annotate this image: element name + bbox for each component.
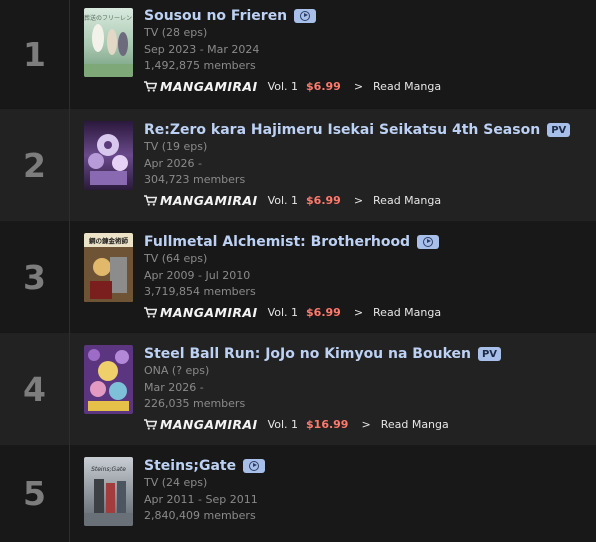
cover-image[interactable] xyxy=(84,121,133,190)
air-dates: Apr 2011 - Sep 2011 xyxy=(144,492,258,506)
mangamirai-logo: MANGAMIRAI xyxy=(160,416,258,432)
manga-volume: Vol. 1 xyxy=(267,305,299,319)
svg-text:Steins;Gate: Steins;Gate xyxy=(91,466,126,473)
cover-image[interactable] xyxy=(84,345,133,414)
entry-info: Sousou no Frieren TV (28 eps) Sep 2023 -… xyxy=(144,7,441,96)
cart-icon xyxy=(144,306,157,318)
cover-image[interactable]: 鋼の錬金術師 xyxy=(84,233,133,302)
play-trailer-badge[interactable] xyxy=(294,9,317,23)
mangamirai-logo: MANGAMIRAI xyxy=(160,78,258,94)
list-item: 1 葬送のフリーレン Sousou no Frieren TV (28 eps)… xyxy=(0,0,596,109)
chevron-right-icon: > xyxy=(353,193,364,207)
manga-volume: Vol. 1 xyxy=(267,193,299,207)
entry-info: Fullmetal Alchemist: Brotherhood TV (64 … xyxy=(144,233,441,322)
play-icon xyxy=(423,237,434,247)
list-item: 3 鋼の錬金術師 Fullmetal Alchemist: Brotherhoo… xyxy=(0,221,596,333)
cover-art: 葬送のフリーレン xyxy=(84,8,133,77)
anime-type: TV (19 eps) xyxy=(144,140,208,153)
manga-price: $16.99 xyxy=(306,417,349,431)
pv-badge[interactable]: PV xyxy=(547,123,571,137)
rank-number: 1 xyxy=(23,35,46,74)
mangamirai-logo: MANGAMIRAI xyxy=(160,192,258,208)
rank-cell: 4 xyxy=(0,333,70,445)
member-count: 304,723 members xyxy=(144,173,246,187)
anime-type: ONA (? eps) xyxy=(144,364,210,377)
air-dates: Mar 2026 - xyxy=(144,380,204,394)
play-icon xyxy=(300,11,311,21)
entry-info: Re:Zero kara Hajimeru Isekai Seikatsu 4t… xyxy=(144,121,571,210)
manga-volume: Vol. 1 xyxy=(267,79,299,93)
rank-cell: 2 xyxy=(0,109,70,221)
anime-title-link[interactable]: Sousou no Frieren xyxy=(144,8,287,24)
cart-icon xyxy=(144,418,157,430)
member-count: 3,719,854 members xyxy=(144,285,256,299)
rank-number: 2 xyxy=(23,145,46,185)
rank-number: 4 xyxy=(23,369,46,409)
manga-price: $6.99 xyxy=(306,305,341,319)
cover-art xyxy=(84,345,133,414)
svg-text:鋼の錬金術師: 鋼の錬金術師 xyxy=(88,236,129,245)
cover-image[interactable]: 葬送のフリーレン xyxy=(84,8,133,77)
member-count: 1,492,875 members xyxy=(144,59,256,73)
read-manga-link[interactable]: Read Manga xyxy=(373,80,441,93)
play-icon xyxy=(249,461,260,471)
manga-price: $6.99 xyxy=(306,79,341,93)
manga-price: $6.99 xyxy=(306,193,341,207)
play-trailer-badge[interactable] xyxy=(417,235,440,249)
cover-art xyxy=(84,121,133,190)
anime-type: TV (24 eps) xyxy=(144,476,208,489)
cart-icon xyxy=(144,80,157,92)
manga-volume: Vol. 1 xyxy=(267,417,299,431)
rank-cell: 1 xyxy=(0,0,70,109)
air-dates: Apr 2026 - xyxy=(144,156,202,170)
cart-icon xyxy=(144,194,157,206)
read-manga-link[interactable]: Read Manga xyxy=(381,418,449,431)
manga-promo[interactable]: MANGAMIRAI Vol. 1 $6.99 > Read Manga xyxy=(144,190,570,210)
pv-badge[interactable]: PV xyxy=(477,347,502,361)
mangamirai-logo: MANGAMIRAI xyxy=(160,304,258,320)
chevron-right-icon: > xyxy=(353,79,364,93)
member-count: 226,035 members xyxy=(144,397,246,411)
list-item: 4 Steel Ball Run: JoJo no Kimyou na Bouk… xyxy=(0,333,596,445)
list-item: 5 Steins;Gate Steins;Gate TV (24 eps) Ap… xyxy=(0,445,596,542)
air-dates: Sep 2023 - Mar 2024 xyxy=(144,42,260,56)
member-count: 2,840,409 members xyxy=(144,509,256,523)
rank-cell: 3 xyxy=(0,221,70,333)
chevron-right-icon: > xyxy=(353,305,364,319)
entry-info: Steel Ball Run: JoJo no Kimyou na Bouken… xyxy=(144,345,502,434)
chevron-right-icon: > xyxy=(361,417,371,431)
top-anime-list: 1 葬送のフリーレン Sousou no Frieren TV (28 eps)… xyxy=(0,0,596,542)
anime-title-link[interactable]: Steel Ball Run: JoJo no Kimyou na Bouken xyxy=(144,346,471,362)
entry-info: Steins;Gate TV (24 eps) Apr 2011 - Sep 2… xyxy=(144,457,266,525)
manga-promo[interactable]: MANGAMIRAI Vol. 1 $6.99 > Read Manga xyxy=(144,302,441,322)
rank-number: 3 xyxy=(23,257,46,297)
anime-title-link[interactable]: Steins;Gate xyxy=(144,458,236,474)
cover-art: 鋼の錬金術師 xyxy=(84,233,133,302)
list-item: 2 Re:Zero kara Hajimeru Isekai Seikatsu … xyxy=(0,109,596,221)
manga-promo[interactable]: MANGAMIRAI Vol. 1 $6.99 > Read Manga xyxy=(144,76,441,96)
read-manga-link[interactable]: Read Manga xyxy=(373,194,441,207)
anime-type: TV (28 eps) xyxy=(144,26,208,39)
rank-cell: 5 xyxy=(0,445,70,542)
anime-type: TV (64 eps) xyxy=(144,252,208,265)
anime-title-link[interactable]: Fullmetal Alchemist: Brotherhood xyxy=(144,234,410,250)
air-dates: Apr 2009 - Jul 2010 xyxy=(144,268,251,282)
read-manga-link[interactable]: Read Manga xyxy=(373,306,441,319)
play-trailer-badge[interactable] xyxy=(243,459,266,473)
rank-number: 5 xyxy=(23,474,46,513)
anime-title-link[interactable]: Re:Zero kara Hajimeru Isekai Seikatsu 4t… xyxy=(144,122,540,138)
manga-promo[interactable]: MANGAMIRAI Vol. 1 $16.99 > Read Manga xyxy=(144,414,501,434)
svg-text:葬送のフリーレン: 葬送のフリーレン xyxy=(84,14,132,22)
cover-art: Steins;Gate xyxy=(84,457,133,526)
cover-image[interactable]: Steins;Gate xyxy=(84,457,133,526)
